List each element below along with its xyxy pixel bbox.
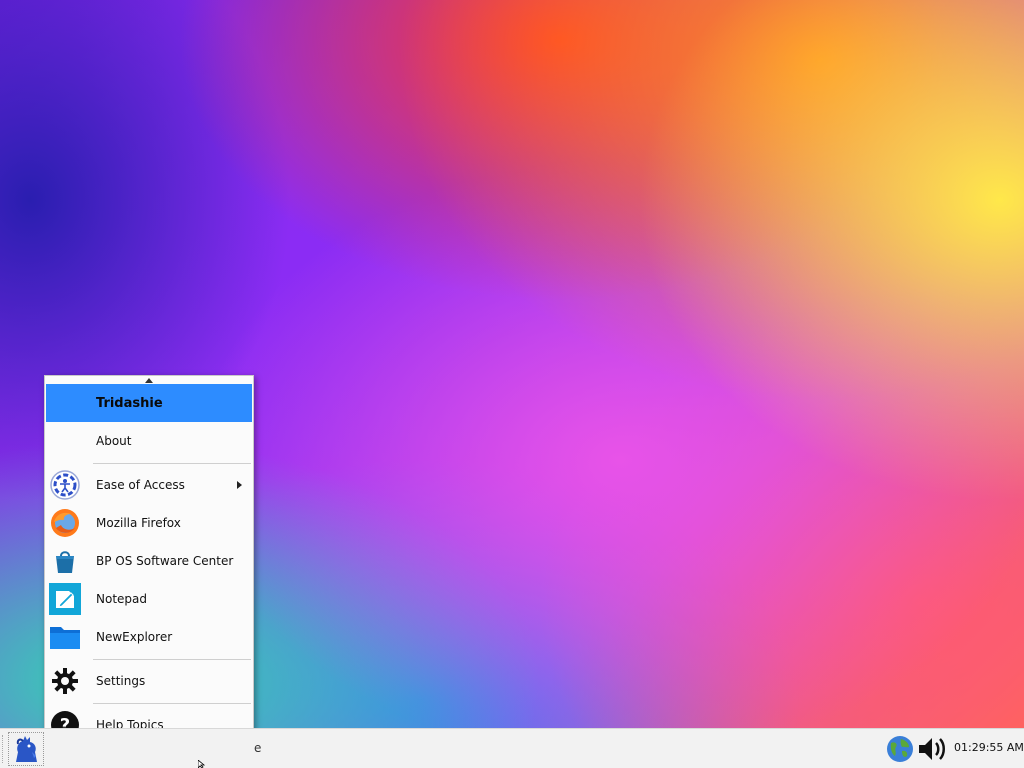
menu-scroll-up-button[interactable] — [45, 376, 253, 384]
menu-separator — [93, 463, 251, 464]
menu-item-label: Ease of Access — [96, 478, 185, 492]
taskbar-window-label[interactable]: e — [254, 741, 261, 755]
gear-icon — [49, 665, 81, 697]
menu-item-newexplorer[interactable]: NewExplorer — [46, 618, 252, 656]
notepad-icon — [49, 583, 81, 615]
menu-separator — [93, 659, 251, 660]
menu-item-settings[interactable]: Settings — [46, 662, 252, 700]
taskbar-grip — [2, 735, 5, 763]
menu-separator — [93, 703, 251, 704]
menu-item-label: About — [96, 434, 132, 448]
software-center-icon — [49, 545, 81, 577]
menu-item-about[interactable]: About — [46, 422, 252, 460]
menu-item-label: BP OS Software Center — [96, 554, 234, 568]
menu-item-software-center[interactable]: BP OS Software Center — [46, 542, 252, 580]
menu-item-ease-of-access[interactable]: Ease of Access — [46, 466, 252, 504]
folder-icon — [49, 621, 81, 653]
menu-header-user[interactable]: Tridashie — [46, 384, 252, 422]
menu-item-notepad[interactable]: Notepad — [46, 580, 252, 618]
pony-logo-icon — [16, 736, 37, 762]
ease-of-access-icon — [49, 469, 81, 501]
network-globe-icon[interactable] — [885, 734, 915, 764]
mouse-cursor-icon — [198, 760, 206, 768]
start-button[interactable] — [8, 732, 44, 766]
menu-item-label: NewExplorer — [96, 630, 173, 644]
menu-item-label: Notepad — [96, 592, 147, 606]
menu-item-firefox[interactable]: Mozilla Firefox — [46, 504, 252, 542]
menu-item-label: Mozilla Firefox — [96, 516, 181, 530]
taskbar-clock[interactable]: 01:29:55 AM — [954, 741, 1024, 754]
menu-item-label: Settings — [96, 674, 146, 688]
caret-up-icon — [145, 377, 153, 383]
menu-header-label: Tridashie — [96, 395, 163, 411]
submenu-arrow-icon — [237, 481, 242, 489]
firefox-icon — [49, 507, 81, 539]
volume-speaker-icon[interactable] — [916, 734, 950, 764]
start-menu: Tridashie About Ease of Access Mozilla F… — [44, 375, 254, 765]
taskbar: e 01:29:55 AM — [0, 728, 1024, 768]
